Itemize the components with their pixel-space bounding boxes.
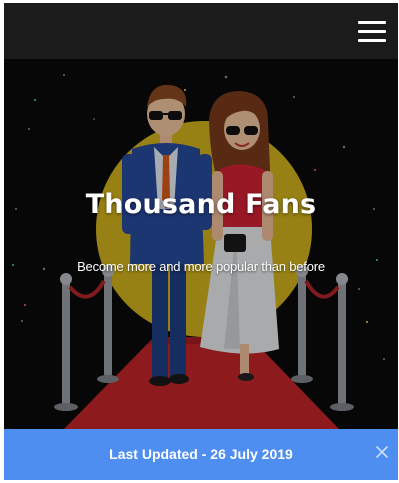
hero-banner: Thousand Fans Become more and more popul… bbox=[4, 59, 398, 429]
hamburger-menu-icon[interactable] bbox=[358, 21, 386, 43]
hero-subtitle: Become more and more popular than before bbox=[77, 259, 325, 274]
celebrity-illustration bbox=[4, 59, 398, 429]
app-frame: Thousand Fans Become more and more popul… bbox=[4, 3, 398, 480]
last-updated-text: Last Updated - 26 July 2019 bbox=[109, 446, 293, 462]
last-updated-banner: Last Updated - 26 July 2019 bbox=[4, 429, 398, 480]
hero-title: Thousand Fans bbox=[85, 189, 317, 220]
close-icon[interactable] bbox=[374, 444, 390, 460]
top-navigation-bar bbox=[4, 3, 398, 59]
